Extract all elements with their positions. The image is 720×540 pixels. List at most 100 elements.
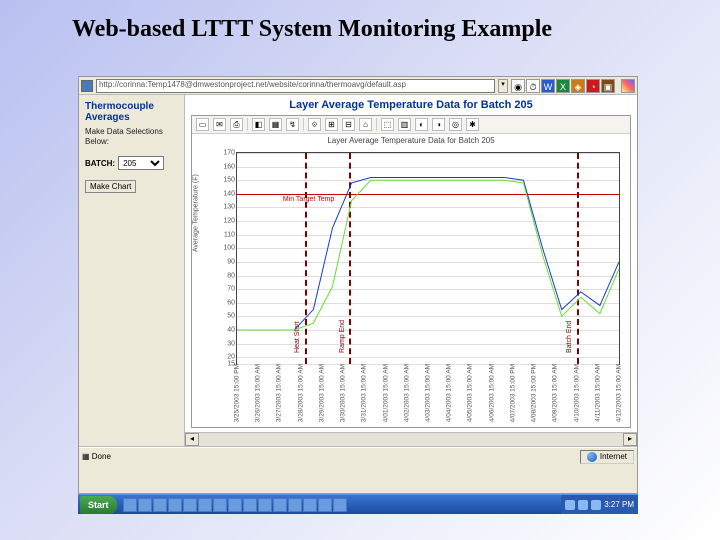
content-pane: Thermocouple Averages Make Data Selectio… (79, 95, 637, 447)
series-line (237, 180, 619, 330)
link-icon[interactable]: ▣ (601, 79, 615, 93)
x-tick-label: 4/12/2003 15:00 AM (616, 364, 623, 422)
x-tick-label: 4/10/2003 15:00 AM (573, 364, 580, 422)
scroll-left-icon[interactable]: ◂ (185, 433, 199, 446)
taskbar-item[interactable] (183, 498, 197, 512)
batch-label: BATCH: (85, 159, 115, 168)
chart-tool-icon[interactable]: ⊟ (342, 118, 355, 131)
scroll-right-icon[interactable]: ▸ (623, 433, 637, 446)
link-icon[interactable]: W (541, 79, 555, 93)
sidebar-subheading: Make Data Selections Below: (85, 127, 178, 146)
y-tick-label: 70 (227, 286, 235, 293)
url-input[interactable]: http://corinna:Temp1478@dmwestonproject.… (96, 79, 495, 93)
y-tick-label: 100 (223, 245, 235, 252)
make-chart-button[interactable]: Make Chart (85, 180, 136, 193)
y-tick-label: 130 (223, 204, 235, 211)
links-toolbar: ◉⏱WX◈◔▣ (511, 79, 615, 93)
taskbar: Start 3:27 PM (78, 494, 638, 514)
chart-tool-icon[interactable]: ▥ (398, 118, 411, 131)
globe-icon (587, 452, 597, 462)
y-tick-label: 40 (227, 326, 235, 333)
taskbar-item[interactable] (138, 498, 152, 512)
taskbar-item[interactable] (288, 498, 302, 512)
quick-launch (119, 498, 351, 512)
chart-tool-icon[interactable]: ✱ (466, 118, 479, 131)
chart-tool-icon[interactable]: ⬚ (381, 118, 394, 131)
taskbar-item[interactable] (303, 498, 317, 512)
chart-tool-icon[interactable]: ✉ (213, 118, 226, 131)
x-tick-label: 3/26/2003 15:00 AM (255, 364, 262, 422)
x-tick-label: 4/06/2003 15:00 AM (488, 364, 495, 422)
y-tick-label: 110 (224, 231, 235, 238)
link-icon[interactable]: ⏱ (526, 79, 540, 93)
taskbar-item[interactable] (273, 498, 287, 512)
taskbar-item[interactable] (198, 498, 212, 512)
chart-toolbar: ▭ ✉ ⎙ ◧ ▦ ↯ ⟐ ⊞ ⊟ ⌂ ⬚ ▥ ◐ ◑ ◎ ✱ (192, 116, 630, 134)
batch-select[interactable]: 205 (118, 156, 164, 170)
x-tick-label: 4/08/2003 15:00 PM (531, 364, 538, 423)
x-tick-label: 3/28/2003 15:00 AM (297, 364, 304, 422)
scroll-track[interactable] (199, 433, 623, 446)
x-tick-label: 3/31/2003 15:00 AM (361, 364, 368, 422)
chart-inner-title: Layer Average Temperature Data for Batch… (192, 134, 630, 147)
y-tick-label: 90 (227, 258, 235, 265)
tray-icon[interactable] (578, 500, 588, 510)
y-axis-label: Average Temperature (F) (193, 174, 200, 252)
chart-tool-icon[interactable]: ⟐ (308, 118, 321, 131)
link-icon[interactable]: ◉ (511, 79, 525, 93)
url-dropdown[interactable]: ▾ (498, 79, 508, 93)
link-icon[interactable]: ◈ (571, 79, 585, 93)
taskbar-item[interactable] (318, 498, 332, 512)
x-tick-label: 4/01/2003 15:00 AM (382, 364, 389, 422)
taskbar-item[interactable] (228, 498, 242, 512)
taskbar-item[interactable] (123, 498, 137, 512)
horizontal-scrollbar[interactable]: ◂ ▸ (185, 432, 637, 446)
y-tick-label: 170 (223, 150, 235, 157)
x-tick-label: 4/03/2003 15:00 AM (425, 364, 432, 422)
chart-tool-icon[interactable]: ⌂ (359, 118, 372, 131)
x-tick-label: 4/11/2003 15:00 AM (594, 364, 601, 422)
plot-area[interactable]: 1520304050607080901001101201301401501601… (236, 152, 620, 365)
x-tick-label: 3/30/2003 15:00 AM (340, 364, 347, 422)
series-line (237, 178, 619, 330)
link-icon[interactable]: X (556, 79, 570, 93)
y-tick-label: 80 (227, 272, 235, 279)
x-tick-label: 4/04/2003 15:00 AM (446, 364, 453, 422)
taskbar-item[interactable] (258, 498, 272, 512)
ie-page-icon (81, 80, 93, 92)
x-tick-label: 4/09/2003 15:00 AM (552, 364, 559, 422)
tray-icon[interactable] (565, 500, 575, 510)
chart-tool-icon[interactable]: ◑ (432, 118, 445, 131)
main-panel: Layer Average Temperature Data for Batch… (185, 95, 637, 446)
y-tick-label: 60 (227, 299, 235, 306)
browser-window: http://corinna:Temp1478@dmwestonproject.… (78, 76, 638, 494)
taskbar-item[interactable] (153, 498, 167, 512)
sidebar: Thermocouple Averages Make Data Selectio… (79, 95, 185, 446)
chart-tool-icon[interactable]: ▭ (196, 118, 209, 131)
taskbar-item[interactable] (333, 498, 347, 512)
tray-icon[interactable] (591, 500, 601, 510)
chart-tool-icon[interactable]: ◐ (415, 118, 428, 131)
x-tick-label: 3/27/2003 15:00 AM (276, 364, 283, 422)
page-title: Layer Average Temperature Data for Batch… (185, 95, 637, 115)
taskbar-item[interactable] (168, 498, 182, 512)
start-button[interactable]: Start (80, 496, 117, 514)
x-tick-label: 4/02/2003 15:00 AM (403, 364, 410, 422)
link-icon[interactable]: ◔ (586, 79, 600, 93)
chart-tool-icon[interactable]: ⎙ (230, 118, 243, 131)
chart-tool-icon[interactable]: ⊞ (325, 118, 338, 131)
x-tick-label: 4/07/2003 15:00 PM (509, 364, 516, 423)
clock: 3:27 PM (604, 500, 634, 509)
taskbar-item[interactable] (243, 498, 257, 512)
chart-tool-icon[interactable]: ◎ (449, 118, 462, 131)
y-tick-label: 140 (223, 190, 235, 197)
taskbar-item[interactable] (213, 498, 227, 512)
chart-tool-icon[interactable]: ▦ (269, 118, 282, 131)
x-tick-label: 3/29/2003 15:00 AM (318, 364, 325, 422)
y-tick-label: 150 (223, 177, 235, 184)
chart-tool-icon[interactable]: ◧ (252, 118, 265, 131)
address-bar: http://corinna:Temp1478@dmwestonproject.… (79, 77, 637, 95)
y-tick-label: 20 (227, 354, 235, 361)
chart-tool-icon[interactable]: ↯ (286, 118, 299, 131)
y-tick-label: 160 (223, 163, 235, 170)
